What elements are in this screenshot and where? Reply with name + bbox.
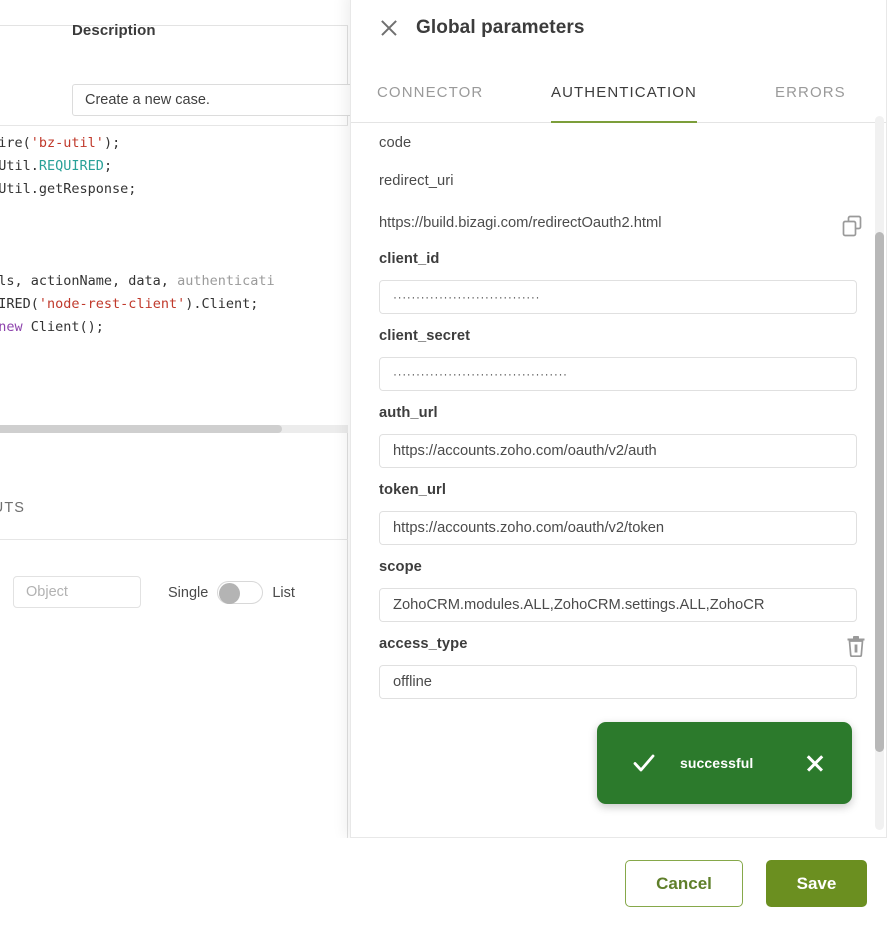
toast-message: successful — [680, 755, 754, 771]
toggle-label-list: List — [272, 584, 295, 601]
field-access-type: access_type — [379, 636, 467, 652]
field-label-access-type: access_type — [379, 636, 468, 652]
single-list-toggle-row: Single List — [168, 581, 295, 604]
client-secret-value: ······································ — [393, 367, 568, 381]
screen-root: Description Create a new case. quire('bz… — [0, 0, 887, 927]
field-input-client-id: ································ — [379, 280, 857, 314]
code-token: Client(); — [22, 319, 104, 335]
code-line: quire('bz-util'); — [0, 132, 348, 155]
status-toast: successful — [597, 722, 852, 804]
client-secret-input[interactable]: ······································ — [379, 357, 857, 391]
code-token: authenticati — [177, 273, 275, 289]
field-label-auth-url: auth_url — [379, 405, 438, 421]
field-client-secret: client_secret — [379, 328, 470, 344]
access-type-input[interactable]: offline — [379, 665, 857, 699]
footer-bar: Cancel Save — [0, 838, 887, 927]
panel-header: Global parameters CONNECTOR AUTHENTICATI… — [351, 0, 886, 123]
field-input-token-url: https://accounts.zoho.com/oauth/v2/token — [379, 511, 857, 545]
panel-scrollbar-thumb[interactable] — [875, 232, 884, 752]
panel-title-row: Global parameters — [379, 17, 585, 39]
single-list-toggle[interactable] — [217, 581, 264, 604]
code-editor-content: quire('bz-util');giUtil.REQUIRED;giUtil.… — [0, 132, 348, 385]
tab-connector[interactable]: CONNECTOR — [377, 78, 483, 123]
code-token: ); — [103, 135, 121, 151]
auth-url-input[interactable]: https://accounts.zoho.com/oauth/v2/auth — [379, 434, 857, 468]
code-token: giUtil. — [0, 158, 39, 174]
field-code: code — [379, 135, 411, 151]
redirect-uri-value: https://build.bizagi.com/redirectOauth2.… — [379, 215, 662, 231]
field-redirect-uri: redirect_uri — [379, 173, 454, 189]
field-input-access-type: offline — [379, 665, 857, 699]
description-input[interactable]: Create a new case. — [72, 84, 372, 116]
code-token: quire( — [0, 135, 31, 151]
field-label-client-id: client_id — [379, 251, 440, 267]
tab-authentication[interactable]: AUTHENTICATION — [551, 78, 697, 123]
page-title: Global parameters — [416, 17, 585, 38]
field-scope: scope — [379, 559, 422, 575]
description-label: Description — [72, 22, 156, 39]
code-token: bals, actionName, data, — [0, 273, 178, 289]
field-input-client-secret: ······································ — [379, 357, 857, 391]
code-token: 'bz-util' — [30, 135, 104, 151]
code-line: giUtil.REQUIRED; — [0, 155, 348, 178]
close-icon[interactable] — [805, 753, 825, 773]
code-token: giUtil.getResponse; — [0, 181, 137, 197]
field-label-client-secret: client_secret — [379, 328, 471, 344]
check-icon — [633, 754, 655, 772]
copy-icon[interactable] — [842, 215, 864, 237]
field-label-token-url: token_url — [379, 482, 447, 498]
field-auth-url: auth_url — [379, 405, 438, 421]
field-input-auth-url: https://accounts.zoho.com/oauth/v2/auth — [379, 434, 857, 468]
cancel-button[interactable]: Cancel — [625, 860, 743, 907]
code-token: ; — [103, 158, 113, 174]
code-line: QUIRED('node-rest-client').Client; — [0, 293, 348, 316]
toggle-label-single: Single — [168, 584, 209, 601]
code-line: = new Client(); — [0, 316, 348, 339]
code-token: REQUIRED — [38, 158, 104, 174]
outputs-divider — [0, 539, 348, 540]
field-label-scope: scope — [379, 559, 422, 575]
outputs-section-label: PUTS — [0, 500, 26, 516]
close-icon[interactable] — [379, 18, 399, 38]
global-parameters-panel: Global parameters CONNECTOR AUTHENTICATI… — [350, 0, 887, 838]
code-line: giUtil.getResponse; — [0, 178, 348, 201]
panel-tabs: CONNECTOR AUTHENTICATION ERRORS — [351, 78, 886, 123]
trash-icon[interactable] — [846, 635, 866, 657]
tab-errors[interactable]: ERRORS — [775, 78, 846, 123]
background-top-row — [0, 0, 348, 26]
code-token: 'node-rest-client' — [38, 296, 186, 312]
object-type-input[interactable]: Object — [13, 576, 141, 608]
client-id-input[interactable]: ································ — [379, 280, 857, 314]
field-token-url: token_url — [379, 482, 446, 498]
code-token: ).Client; — [185, 296, 259, 312]
field-input-scope: ZohoCRM.modules.ALL,ZohoCRM.settings.ALL… — [379, 588, 857, 622]
field-label-redirect-uri: redirect_uri — [379, 173, 454, 189]
toggle-knob — [219, 583, 241, 604]
code-horizontal-scrollbar[interactable] — [0, 425, 348, 433]
field-value-redirect-uri: https://build.bizagi.com/redirectOauth2.… — [379, 215, 661, 231]
field-client-id: client_id — [379, 251, 439, 267]
code-token: QUIRED( — [0, 296, 39, 312]
client-id-value: ································ — [393, 290, 541, 304]
code-editor[interactable]: quire('bz-util');giUtil.REQUIRED;giUtil.… — [0, 125, 348, 431]
scope-input[interactable]: ZohoCRM.modules.ALL,ZohoCRM.settings.ALL… — [379, 588, 857, 622]
token-url-input[interactable]: https://accounts.zoho.com/oauth/v2/token — [379, 511, 857, 545]
code-line: bals, actionName, data, authenticati — [0, 270, 348, 293]
field-label-code: code — [379, 135, 412, 151]
save-button[interactable]: Save — [766, 860, 867, 907]
code-token: new — [0, 319, 23, 335]
